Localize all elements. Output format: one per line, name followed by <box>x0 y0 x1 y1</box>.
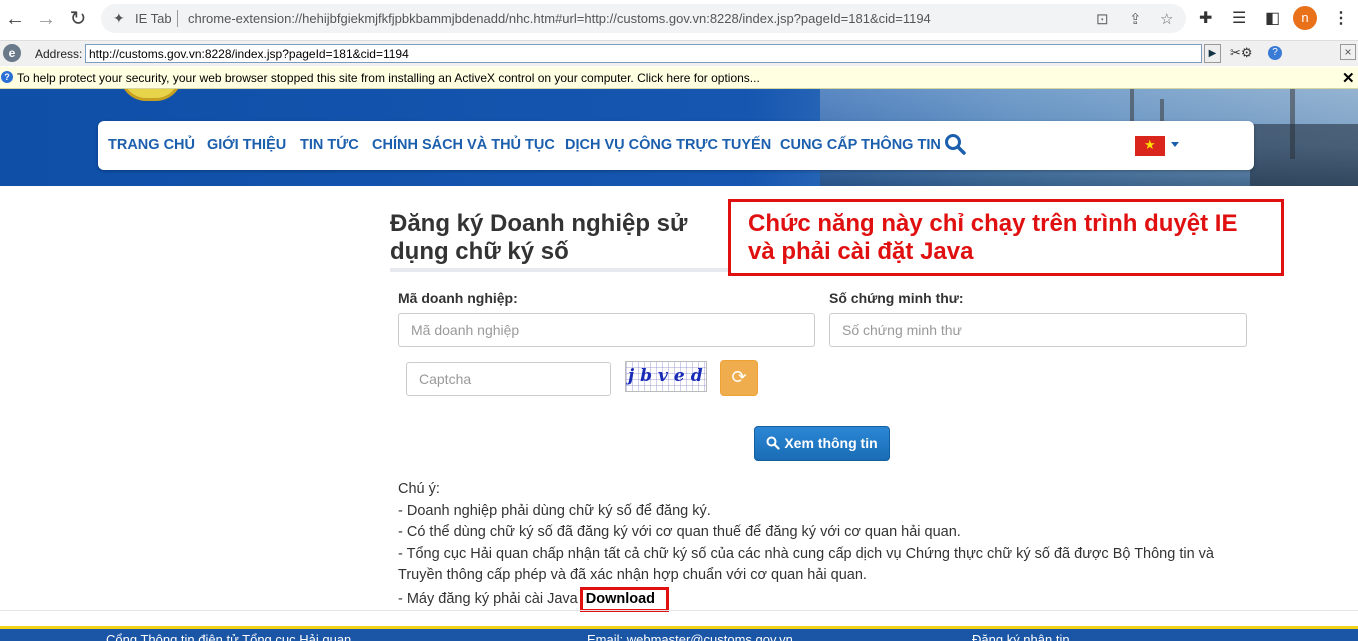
java-requirement-text: - Máy đăng ký phải cài Java <box>398 590 578 607</box>
ie-logo-icon: e <box>3 44 21 62</box>
refresh-captcha-button[interactable]: ⟳ <box>720 360 758 396</box>
separator <box>177 10 178 27</box>
reload-icon[interactable]: ↻ <box>65 6 91 32</box>
bookmark-star-icon[interactable]: ☆ <box>1160 10 1173 28</box>
note-line: - Doanh nghiệp phải dùng chữ ký số để đă… <box>398 502 711 519</box>
main-nav: TRANG CHỦ GIỚI THIỆU TIN TỨC CHÍNH SÁCH … <box>98 121 1254 170</box>
notes-section: Chú ý: - Doanh nghiệp phải dùng chữ ký s… <box>398 479 1268 612</box>
business-code-label: Mã doanh nghiệp: <box>398 290 518 306</box>
forward-arrow-icon[interactable]: → <box>33 6 59 32</box>
view-info-label: Xem thông tin <box>784 435 878 451</box>
search-icon[interactable] <box>944 133 966 155</box>
notice-text: Chức năng này chỉ chạy trên trình duyệt … <box>748 210 1238 265</box>
menu-kebab-icon[interactable]: ⋮ <box>1333 8 1349 28</box>
notice-box: Chức năng này chỉ chạy trên trình duyệt … <box>728 199 1284 276</box>
footer-email[interactable]: Email: webmaster@customs.gov.vn <box>587 632 793 641</box>
captcha-text: jbved <box>628 366 707 386</box>
search-icon <box>766 436 780 450</box>
security-info-bar[interactable]: ? To help protect your security, your we… <box>0 67 1358 89</box>
footer-register-link[interactable]: Đăng ký nhận tin <box>972 632 1070 641</box>
nav-item-about[interactable]: GIỚI THIỆU <box>207 137 286 153</box>
info-icon: ? <box>1 71 13 83</box>
footer-portal-name: Cổng Thông tin điện tử Tổng cục Hải quan <box>106 632 352 641</box>
profile-avatar[interactable]: n <box>1293 6 1317 30</box>
info-bar-text[interactable]: To help protect your security, your web … <box>17 71 760 85</box>
nav-item-policy[interactable]: CHÍNH SÁCH VÀ THỦ TỤC <box>372 137 555 153</box>
tab-name: IE Tab <box>135 11 172 26</box>
page-title: Đăng ký Doanh nghiệp sử dụng chữ ký số <box>390 210 688 265</box>
note-line: Truyền thông cấp phép và đã xác nhận hợp… <box>398 567 867 583</box>
browser-toolbar: ← → ↻ ✦ IE Tab chrome-extension://hehijb… <box>0 0 1358 38</box>
ie-tab-bar: e Address: http://customs.gov.vn:8228/in… <box>0 40 1358 66</box>
extension-icon: ✦ <box>113 10 125 26</box>
close-icon[interactable]: × <box>1340 44 1356 60</box>
extensions-puzzle-icon[interactable]: ✚ <box>1199 8 1212 28</box>
info-bar-close-icon[interactable]: ✕ <box>1342 69 1355 87</box>
footer-divider <box>0 610 1358 611</box>
note-line: - Tổng cục Hải quan chấp nhận tất cả chữ… <box>398 545 1214 562</box>
nav-item-news[interactable]: TIN TỨC <box>300 137 359 153</box>
site-footer: Cổng Thông tin điện tử Tổng cục Hải quan… <box>0 626 1358 641</box>
back-arrow-icon[interactable]: ← <box>2 6 28 32</box>
chevron-down-icon[interactable] <box>1171 142 1179 147</box>
nav-item-info[interactable]: CUNG CẤP THÔNG TIN <box>780 137 941 153</box>
flag-star: ★ <box>1144 137 1156 152</box>
id-number-input[interactable] <box>829 313 1247 347</box>
nav-item-online-services[interactable]: DỊCH VỤ CÔNG TRỰC TUYẾN <box>565 137 771 153</box>
tools-icon[interactable]: ✂⚙ <box>1230 45 1253 61</box>
help-icon[interactable]: ? <box>1268 46 1282 60</box>
ship-shape <box>1250 124 1358 186</box>
site-header: TRANG CHỦ GIỚI THIỆU TIN TỨC CHÍNH SÁCH … <box>0 89 1358 186</box>
note-line: - Có thể dùng chữ ký số đã đăng ký với c… <box>398 524 961 540</box>
id-number-label: Số chứng minh thư: <box>829 290 964 306</box>
notes-heading: Chú ý: <box>398 481 440 497</box>
view-info-button[interactable]: Xem thông tin <box>754 426 890 461</box>
vietnam-flag-icon[interactable]: ★ <box>1135 136 1165 156</box>
customs-logo <box>120 89 182 101</box>
side-panel-icon[interactable]: ◧ <box>1265 8 1280 28</box>
refresh-icon: ⟳ <box>731 367 747 387</box>
business-code-input[interactable] <box>398 313 815 347</box>
url-text[interactable]: chrome-extension://hehijbfgiekmjfkfjpbkb… <box>188 11 931 26</box>
nav-item-home[interactable]: TRANG CHỦ <box>108 137 195 153</box>
share-icon[interactable]: ⇪ <box>1129 10 1142 28</box>
captcha-input[interactable] <box>406 362 611 396</box>
address-bar[interactable]: ✦ IE Tab chrome-extension://hehijbfgiekm… <box>101 4 1186 33</box>
media-queue-icon[interactable]: ☰ <box>1232 8 1246 28</box>
download-link[interactable]: Download <box>579 586 670 612</box>
address-label: Address: <box>35 47 83 61</box>
ie-address-input[interactable]: http://customs.gov.vn:8228/index.jsp?pag… <box>85 44 1202 63</box>
note-line-java: - Máy đăng ký phải cài Java Download <box>398 586 1268 612</box>
translate-icon[interactable]: ⊡ <box>1096 10 1109 28</box>
go-arrow-icon[interactable]: ▶ <box>1204 44 1221 63</box>
captcha-image: jbved <box>625 361 707 392</box>
